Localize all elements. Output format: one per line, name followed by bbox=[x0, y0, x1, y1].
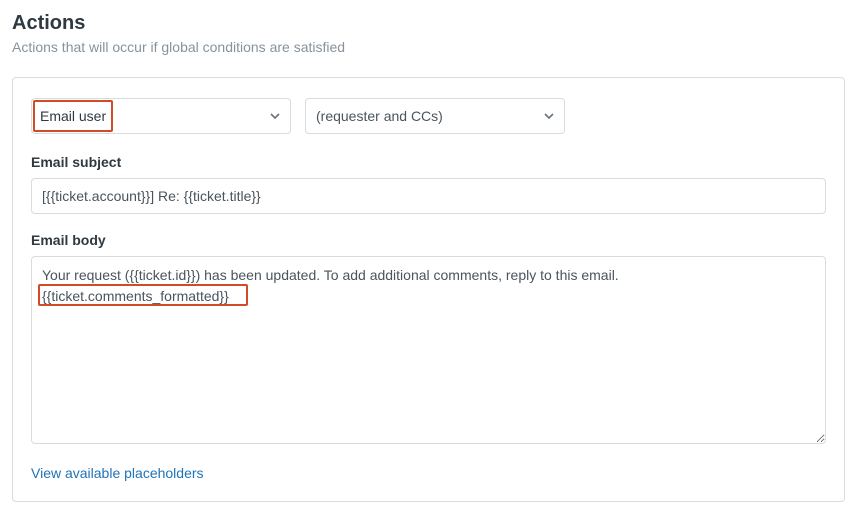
actions-panel: Email user (requester and CCs) Email sub… bbox=[12, 77, 845, 502]
email-subject-input[interactable] bbox=[31, 178, 826, 214]
action-target-select[interactable]: (requester and CCs) bbox=[305, 98, 565, 134]
email-subject-label: Email subject bbox=[31, 154, 826, 170]
action-target-select-wrap: (requester and CCs) bbox=[305, 98, 565, 134]
view-placeholders-link[interactable]: View available placeholders bbox=[31, 465, 204, 481]
email-body-wrap bbox=[31, 256, 826, 449]
page-title: Actions bbox=[12, 12, 845, 35]
email-body-textarea[interactable] bbox=[31, 256, 826, 444]
action-type-select-wrap: Email user bbox=[31, 98, 291, 134]
action-selectors-row: Email user (requester and CCs) bbox=[31, 98, 826, 134]
action-target-label: (requester and CCs) bbox=[316, 108, 443, 124]
action-type-select[interactable] bbox=[31, 98, 291, 134]
email-body-label: Email body bbox=[31, 232, 826, 248]
page-subtitle: Actions that will occur if global condit… bbox=[12, 39, 845, 55]
